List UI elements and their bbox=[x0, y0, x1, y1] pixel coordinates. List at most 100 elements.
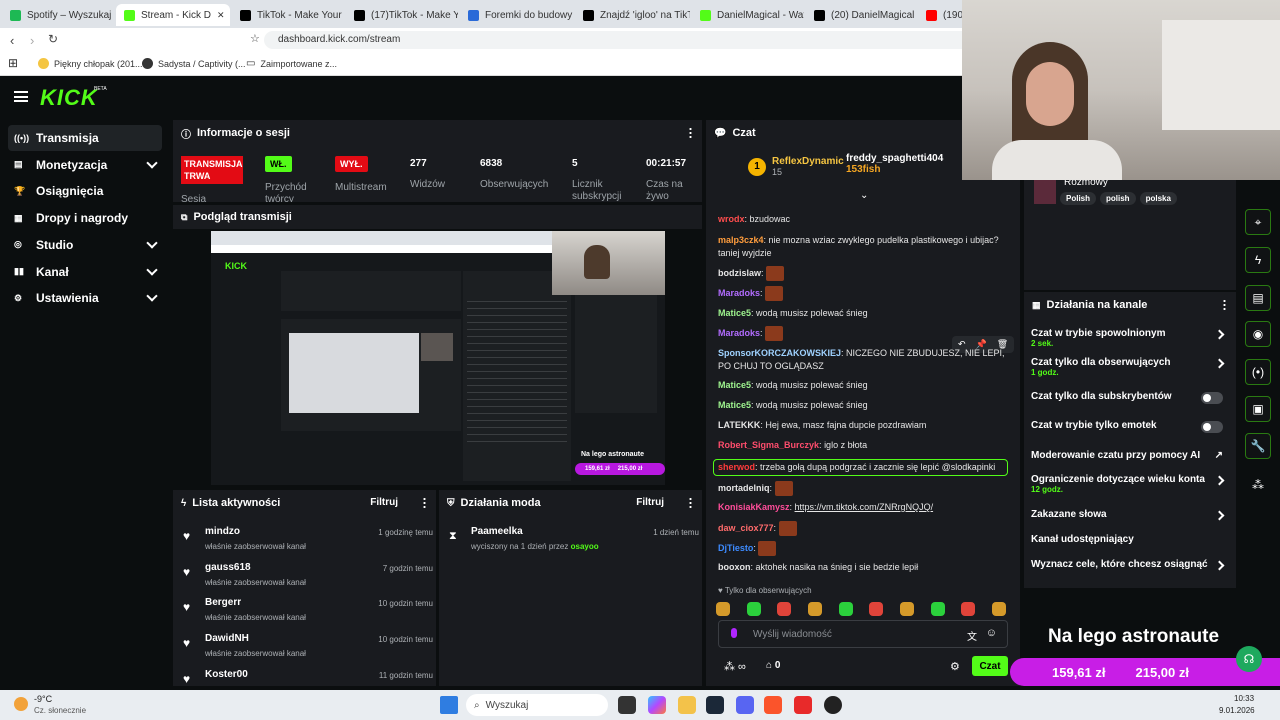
chat-username[interactable]: LATEKKK bbox=[718, 420, 760, 430]
camera-tool-icon[interactable]: ⌖ bbox=[1245, 209, 1271, 235]
document-tool-icon[interactable]: ▤ bbox=[1245, 285, 1271, 311]
chevron-down-icon[interactable] bbox=[146, 290, 158, 302]
chat-tool-icon[interactable]: ◉ bbox=[1245, 321, 1271, 347]
chat-gear-icon[interactable]: ⚙ bbox=[950, 660, 960, 673]
chat-message[interactable]: LATEKKK: Hej ewa, masz fajna dupcie pozd… bbox=[718, 419, 1013, 432]
reload-icon[interactable]: ↻ bbox=[48, 32, 58, 46]
chat-username[interactable]: Robert_Sigma_Burczyk bbox=[718, 440, 819, 450]
chat-username[interactable]: wrodx bbox=[718, 214, 745, 224]
chat-message[interactable]: SponsorKORCZAKOWSKIEJ: NICZEGO NIE ZBUDU… bbox=[718, 347, 1013, 373]
translate-icon[interactable]: 文 bbox=[967, 628, 977, 643]
activity-more-icon[interactable] bbox=[423, 497, 426, 509]
activity-item[interactable]: ♥ Koster00 11 godzin temu bbox=[183, 669, 433, 686]
category-tag[interactable]: polish bbox=[1100, 192, 1136, 205]
chat-message[interactable]: malp3czk4: nie mozna wziac zwyklego pude… bbox=[718, 234, 1013, 260]
chat-input[interactable]: Wyślij wiadomość 文 ☺ bbox=[718, 620, 1008, 648]
sidebar-item-trophy[interactable]: 🏆 Osiągnięcia bbox=[8, 178, 162, 204]
steam-icon[interactable] bbox=[706, 696, 724, 714]
bookmark-item[interactable]: Sadysta / Captivity (... bbox=[142, 58, 246, 69]
apps-grid-icon[interactable]: ⊞ bbox=[8, 56, 18, 70]
chat-link[interactable]: https://vm.tiktok.com/ZNRrgNQJQ/ bbox=[795, 502, 934, 512]
mod-action-item[interactable]: ⧗ Paameelka wyciszony na 1 dzień przez o… bbox=[449, 526, 699, 562]
wrench-tool-icon[interactable]: 🔧 bbox=[1245, 433, 1271, 459]
chat-username[interactable]: KonisiakKamysz bbox=[718, 502, 790, 512]
windows-start-icon[interactable] bbox=[440, 696, 458, 714]
activity-item[interactable]: ♥ DawidNH właśnie zaobserwował kanał 10 god… bbox=[183, 633, 433, 669]
mod-more-icon[interactable] bbox=[689, 497, 692, 509]
chat-username[interactable]: malp3czk4 bbox=[718, 235, 764, 245]
chat-message[interactable]: sherwod: trzeba gołą dupą podgrzać i zac… bbox=[713, 459, 1008, 476]
chat-username[interactable]: sherwod bbox=[718, 462, 755, 472]
chat-username[interactable]: bodzislaw bbox=[718, 268, 761, 278]
browser-tab[interactable]: (17)TikTok - Make You bbox=[346, 4, 458, 26]
mod-filter-button[interactable]: Filtruj bbox=[636, 497, 664, 508]
bookmark-star-icon[interactable]: ☆ bbox=[250, 32, 260, 45]
chat-username[interactable]: mortadelniq bbox=[718, 483, 770, 493]
more-options-icon[interactable] bbox=[689, 127, 692, 139]
lightning-tool-icon[interactable]: ϟ bbox=[1245, 247, 1271, 273]
emote-shortcut-icon[interactable] bbox=[899, 602, 914, 616]
channel-action-item[interactable]: Czat w trybie spowolnionym 2 sek. bbox=[1031, 328, 1227, 348]
task-view-icon[interactable] bbox=[618, 696, 636, 714]
emote-shortcut-icon[interactable] bbox=[869, 602, 884, 616]
channel-action-item[interactable]: Wyznacz cele, które chcesz osiągnąć bbox=[1031, 559, 1227, 571]
emote-shortcut-icon[interactable] bbox=[716, 602, 730, 616]
chevron-down-icon[interactable] bbox=[146, 237, 158, 249]
layout-tool-icon[interactable]: ▣ bbox=[1245, 396, 1271, 422]
bookmark-item[interactable]: Piękny chłopak (201... bbox=[38, 58, 143, 69]
emote-shortcut-icon[interactable] bbox=[961, 602, 976, 616]
chat-message[interactable]: KonisiakKamysz: https://vm.tiktok.com/ZN… bbox=[718, 501, 1013, 514]
discord-icon[interactable] bbox=[736, 696, 754, 714]
activity-item[interactable]: ♥ Bergerr właśnie zaobserwował kanał 10 god… bbox=[183, 597, 433, 633]
toggle-switch[interactable] bbox=[1201, 421, 1223, 433]
toggle-switch[interactable] bbox=[1201, 392, 1223, 404]
sidebar-item-money[interactable]: ▤ Monetyzacja bbox=[8, 152, 162, 178]
emote-shortcut-icon[interactable] bbox=[777, 602, 792, 616]
chat-username[interactable]: Maradoks bbox=[718, 328, 760, 338]
browser-tab[interactable]: (20) DanielMagical (@ bbox=[806, 4, 916, 26]
channel-action-item[interactable]: Czat tylko dla obserwujących 1 godz. bbox=[1031, 357, 1227, 377]
emote-shortcut-icon[interactable] bbox=[807, 602, 822, 616]
browser-tab[interactable]: Foremki do budowy ig bbox=[460, 4, 573, 26]
brave-icon[interactable] bbox=[764, 696, 782, 714]
close-tab-icon[interactable]: ✕ bbox=[217, 10, 225, 21]
emote-shortcut-icon[interactable] bbox=[930, 602, 945, 616]
sidebar-item-gear[interactable]: ⚙ Ustawienia bbox=[8, 285, 162, 311]
file-explorer-icon[interactable] bbox=[678, 696, 696, 714]
obs-icon[interactable] bbox=[824, 696, 842, 714]
hamburger-menu-icon[interactable] bbox=[14, 91, 28, 102]
taskbar-search[interactable]: ⌕ Wyszukaj bbox=[466, 694, 608, 716]
chat-message[interactable]: Maradoks: bbox=[718, 286, 1013, 301]
chat-message[interactable]: Robert_Sigma_Burczyk: iglo z błota bbox=[718, 439, 1013, 452]
help-bubble-icon[interactable]: ☊ bbox=[1236, 646, 1262, 672]
channel-actions-more-icon[interactable] bbox=[1223, 299, 1226, 311]
chat-username[interactable]: SponsorKORCZAKOWSKIEJ bbox=[718, 348, 841, 358]
emoji-icon[interactable]: ☺ bbox=[986, 627, 997, 639]
chat-message[interactable]: DjTiesto: bbox=[718, 541, 1013, 556]
browser-tab[interactable]: (190) Y bbox=[918, 4, 962, 26]
browser-tab[interactable]: Stream - Kick D ✕ bbox=[116, 4, 230, 26]
channel-action-item[interactable]: Ograniczenie dotyczące wieku konta 12 god… bbox=[1031, 474, 1227, 494]
stream-preview-video[interactable]: KICK Na lego astronaute 159,61 zł 215,00… bbox=[211, 231, 665, 485]
chat-username[interactable]: Maradoks bbox=[718, 288, 760, 298]
app-icon[interactable] bbox=[794, 696, 812, 714]
chat-message[interactable]: Maradoks: bbox=[718, 326, 1013, 341]
broadcast-tool-icon[interactable]: (•) bbox=[1245, 359, 1271, 385]
chat-message[interactable]: Matice5: wodą musisz polewać śnieg bbox=[718, 379, 1013, 392]
sidebar-item-studio[interactable]: ◎ Studio bbox=[8, 232, 162, 258]
category-tag[interactable]: polska bbox=[1139, 192, 1177, 205]
sidebar-item-broadcast[interactable]: ((•)) Transmisja bbox=[8, 125, 162, 151]
forward-icon[interactable]: › bbox=[30, 33, 34, 48]
category-tag[interactable]: Polish bbox=[1060, 192, 1097, 205]
chat-username[interactable]: DjTiesto bbox=[718, 543, 753, 553]
chat-message[interactable]: wrodx: bzudowac bbox=[718, 213, 1013, 226]
emote-shortcut-icon[interactable] bbox=[838, 602, 853, 616]
browser-tab[interactable]: Znajdź 'igloo' na TikTo bbox=[575, 4, 690, 26]
chevron-down-icon[interactable] bbox=[146, 263, 158, 276]
activity-filter-button[interactable]: Filtruj bbox=[370, 497, 398, 508]
browser-tab[interactable]: TikTok - Make Your Da bbox=[232, 4, 344, 26]
chat-message[interactable]: Matice5: wodą musisz polewać śnieg bbox=[718, 399, 1013, 412]
activity-item[interactable]: ♥ gauss618 właśnie zaobserwował kanał 7 god… bbox=[183, 562, 433, 598]
chat-message[interactable]: mortadelniq: bbox=[718, 481, 1013, 496]
chat-message[interactable]: bodzislaw: bbox=[718, 266, 1013, 281]
